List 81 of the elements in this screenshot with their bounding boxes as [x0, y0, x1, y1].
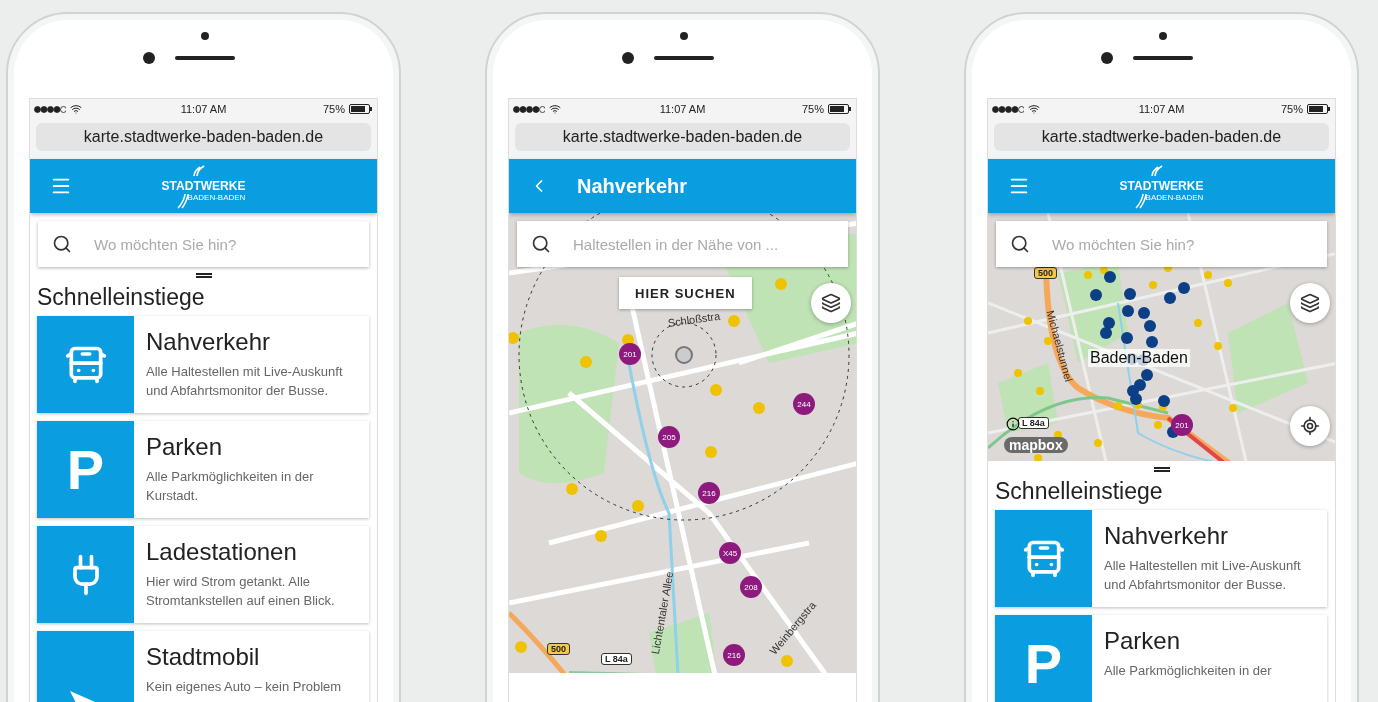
swoosh-icon	[191, 165, 206, 177]
battery-percent: 75%	[1281, 103, 1303, 115]
card-description: Kein eigenes Auto – kein Problem	[146, 678, 342, 696]
camera-dot	[622, 52, 634, 64]
swoosh-icon	[175, 193, 190, 209]
card-title: Stadtmobil	[146, 643, 261, 671]
camera-dot	[143, 52, 155, 64]
parking-glyph: P	[66, 441, 105, 498]
battery-icon	[1307, 104, 1331, 114]
shortcut-card[interactable]: Stadtmobil Kein eigenes Auto – kein Problem	[37, 631, 369, 702]
logo-subtext: BADEN-BADEN	[1145, 193, 1204, 202]
wifi-icon	[70, 103, 82, 115]
signal-icon	[513, 105, 545, 113]
logo-text: STADTWERKE	[161, 179, 246, 193]
locate-button[interactable]	[1290, 406, 1330, 446]
status-time: 11:07 AM	[180, 103, 227, 115]
wifi-icon	[549, 103, 561, 115]
card-title: Nahverkehr	[1104, 522, 1230, 550]
card-description: Alle Parkmöglichkeiten in der Kurstadt.	[146, 468, 315, 505]
section-title: Schnelleinstiege	[994, 477, 1164, 506]
parking-glyph: P	[1024, 635, 1063, 692]
search-placeholder: Wo möchten Sie hin?	[1052, 235, 1195, 253]
road-shield: 500	[547, 643, 571, 655]
card-title: Ladestationen	[146, 538, 298, 566]
info-icon[interactable]	[1006, 417, 1020, 431]
card-description: Hier wird Strom getankt. Alle Stromtankstellen auf einen Blick.	[146, 573, 336, 610]
sensor-dot	[680, 32, 688, 40]
url-bar[interactable]: karte.stadtwerke-baden-baden.de	[36, 123, 371, 151]
wifi-icon	[1028, 103, 1040, 115]
section-title: Schnelleinstiege	[36, 283, 206, 312]
map-attribution: mapbox	[1004, 437, 1068, 453]
url-bar[interactable]: karte.stadtwerke-baden-baden.de	[515, 123, 850, 151]
url-bar[interactable]: karte.stadtwerke-baden-baden.de	[994, 123, 1329, 151]
road-shield: 500	[1034, 267, 1058, 279]
city-label: Baden-Baden	[1088, 349, 1190, 367]
swoosh-icon	[1133, 193, 1148, 209]
sensor-dot	[201, 32, 209, 40]
shortcut-card[interactable]: Nahverkehr Alle Haltestellen mit Live-Auskunft und Abfahrtsmonitor der Busse.	[995, 510, 1327, 607]
layers-button[interactable]	[1290, 283, 1330, 323]
signal-icon	[992, 105, 1024, 113]
search-icon	[531, 234, 551, 254]
search-placeholder: Wo möchten Sie hin?	[94, 235, 237, 253]
status-time: 11:07 AM	[1138, 103, 1185, 115]
shortcut-card[interactable]: P Parken Alle Parkmöglichkeiten in der Kurstadt.	[37, 421, 369, 518]
speaker-grille	[654, 56, 714, 60]
search-icon	[1010, 234, 1030, 254]
speaker-grille	[175, 56, 235, 60]
signal-icon	[34, 105, 66, 113]
sensor-dot	[1159, 32, 1167, 40]
battery-percent: 75%	[323, 103, 345, 115]
search-icon	[52, 234, 72, 254]
layers-icon	[821, 293, 841, 313]
speaker-grille	[1133, 56, 1193, 60]
road-shield: L 84a	[1018, 417, 1049, 429]
drag-handle[interactable]	[1153, 467, 1170, 472]
card-title: Parken	[146, 433, 224, 461]
battery-percent: 75%	[802, 103, 824, 115]
shortcut-card[interactable]: Nahverkehr Alle Haltestellen mit Live-Auskunft und Abfahrtsmonitor der Busse.	[37, 316, 369, 413]
drag-handle[interactable]	[195, 273, 212, 278]
status-time: 11:07 AM	[659, 103, 706, 115]
header-title: Nahverkehr	[577, 174, 688, 198]
battery-icon	[828, 104, 852, 114]
street-label: Lichtentaler Allee	[649, 570, 676, 656]
card-description: Alle Parkmöglichkeiten in der	[1104, 662, 1272, 680]
shortcut-card[interactable]: P Parken Alle Parkmöglichkeiten in der	[995, 615, 1327, 702]
layers-icon	[1300, 293, 1320, 313]
search-placeholder: Haltestellen in der Nähe von ...	[573, 235, 779, 253]
camera-dot	[1101, 52, 1113, 64]
road-shield: L 84a	[601, 653, 632, 665]
battery-icon	[349, 104, 373, 114]
search-here-button[interactable]: HIER SUCHEN	[619, 277, 752, 309]
logo-subtext: BADEN-BADEN	[187, 193, 246, 202]
locate-icon	[1300, 416, 1320, 436]
card-title: Parken	[1104, 627, 1182, 655]
street-label: Schloßstra	[667, 309, 721, 329]
card-title: Nahverkehr	[146, 328, 272, 356]
swoosh-icon	[1149, 165, 1164, 177]
card-description: Alle Haltestellen mit Live-Auskunft und Abfahrtsmonitor der Busse.	[146, 363, 344, 400]
shortcut-card[interactable]: Ladestationen Hier wird Strom getankt. Alle Stromtankstellen auf einen Blick.	[37, 526, 369, 623]
card-description: Alle Haltestellen mit Live-Auskunft und Abfahrtsmonitor der Busse.	[1104, 557, 1302, 594]
logo-text: STADTWERKE	[1119, 179, 1204, 193]
